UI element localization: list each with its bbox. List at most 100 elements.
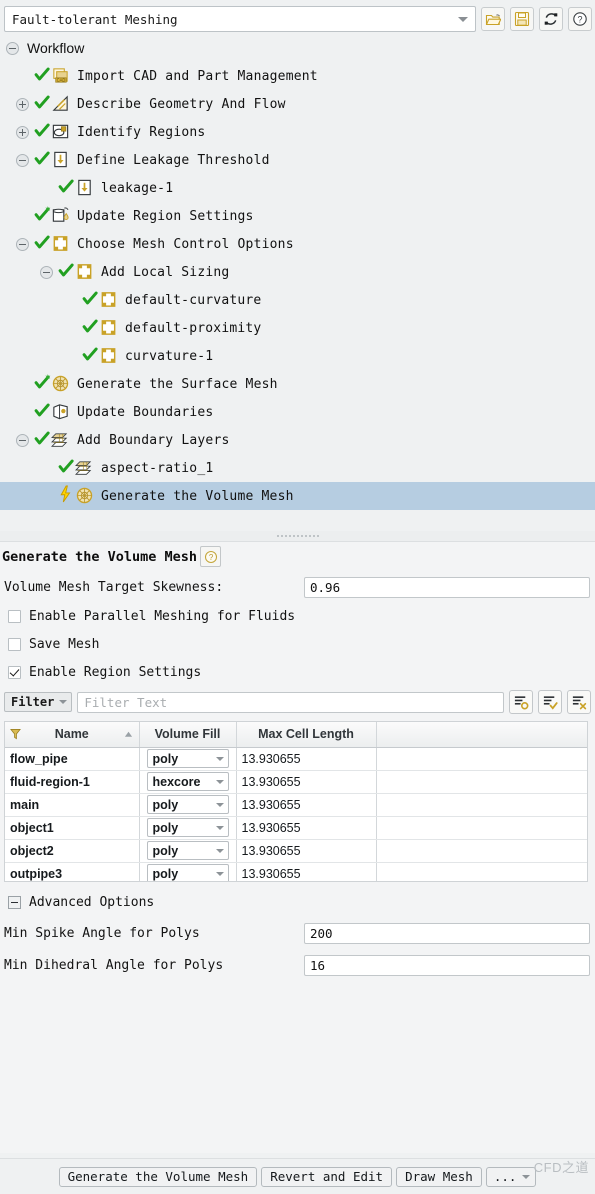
open-workflow-button[interactable] — [481, 7, 505, 31]
enable-parallel-meshing-checkbox[interactable]: Enable Parallel Meshing for Fluids — [0, 602, 595, 630]
check-all-button[interactable] — [538, 690, 562, 714]
tree-node-define-leakage-threshold[interactable]: Define Leakage Threshold — [0, 146, 595, 174]
cell-name[interactable]: object1 — [5, 816, 140, 840]
table-row[interactable]: object2 poly 13.930655 — [5, 839, 587, 863]
checkbox-box[interactable] — [8, 665, 21, 679]
cell-volume-fill[interactable]: poly — [139, 793, 237, 817]
min-spike-angle-field-row: Min Spike Angle for Polys 200 — [0, 920, 595, 946]
select-by-list-button[interactable] — [509, 690, 533, 714]
cell-max-cell-length[interactable]: 13.930655 — [236, 770, 377, 794]
expand-toggle-icon[interactable] — [16, 125, 29, 139]
tree-node-describe-geometry-and-flow[interactable]: Describe Geometry And Flow — [0, 90, 595, 118]
skewness-value: 0.96 — [310, 579, 341, 595]
save-mesh-checkbox[interactable]: Save Mesh — [0, 630, 595, 658]
tree-node-generate-the-surface-mesh[interactable]: Generate the Surface Mesh — [0, 370, 595, 398]
cell-name[interactable]: object2 — [5, 839, 140, 863]
tree-root-workflow[interactable]: Workflow — [0, 34, 595, 62]
geometry-icon — [51, 94, 71, 114]
tree-node-update-boundaries[interactable]: Update Boundaries — [0, 398, 595, 426]
generate-volume-mesh-label: Generate the Volume Mesh — [67, 1169, 249, 1184]
volume-fill-dropdown[interactable]: hexcore — [146, 772, 229, 791]
tree-node-add-local-sizing[interactable]: Add Local Sizing — [0, 258, 595, 286]
volume-fill-dropdown[interactable]: poly — [146, 818, 229, 837]
checkbox-box[interactable] — [8, 637, 21, 651]
min-spike-angle-field[interactable]: 200 — [304, 922, 590, 944]
skewness-input[interactable]: 0.96 — [304, 576, 590, 598]
uncheck-all-button[interactable] — [567, 690, 591, 714]
layers-icon — [50, 430, 71, 450]
save-workflow-button[interactable] — [510, 7, 534, 31]
cell-filler — [376, 839, 587, 863]
column-header-max-cell-length[interactable]: Max Cell Length — [236, 722, 377, 748]
tree-node-curvature-1[interactable]: curvature-1 — [0, 342, 595, 370]
column-header-name[interactable]: Name — [5, 722, 140, 748]
revert-and-edit-button[interactable]: Revert and Edit — [261, 1166, 393, 1187]
collapse-toggle-icon[interactable] — [8, 895, 21, 909]
table-row[interactable]: object1 poly 13.930655 — [5, 816, 587, 840]
volume-fill-dropdown[interactable]: poly — [146, 795, 229, 814]
cell-max-cell-length[interactable]: 13.930655 — [236, 862, 377, 881]
status-check-icon — [34, 401, 51, 423]
tree-node-update-region-settings[interactable]: Update Region Settings — [0, 202, 595, 230]
cell-filler — [376, 793, 587, 817]
checkbox-box[interactable] — [8, 609, 21, 623]
tree-node-leakage-1[interactable]: leakage-1 — [0, 174, 595, 202]
generate-volume-mesh-button[interactable]: Generate the Volume Mesh — [58, 1166, 258, 1187]
cell-max-cell-length[interactable]: 13.930655 — [236, 816, 377, 840]
volume-fill-dropdown[interactable]: poly — [146, 864, 229, 881]
table-row[interactable]: fluid-region-1 hexcore 13.930655 — [5, 770, 587, 794]
reset-workflow-button[interactable] — [539, 7, 563, 31]
cell-max-cell-length[interactable]: 13.930655 — [236, 793, 377, 817]
cell-name[interactable]: fluid-region-1 — [5, 770, 140, 794]
expand-toggle-icon[interactable] — [16, 97, 29, 111]
cell-name[interactable]: flow_pipe — [5, 747, 140, 771]
cell-volume-fill[interactable]: poly — [139, 862, 237, 881]
column-header-volume-fill[interactable]: Volume Fill — [139, 722, 237, 748]
cell-max-cell-length[interactable]: 13.930655 — [236, 747, 377, 771]
region-settings-table[interactable]: Name Volume Fill Max Cell Length flow_pi… — [4, 721, 588, 882]
collapse-toggle-icon[interactable] — [16, 153, 29, 167]
workflow-tree[interactable]: Workflow CAD Import CAD and Part Manageme… — [0, 34, 595, 531]
draw-mesh-button[interactable]: Draw Mesh — [396, 1166, 482, 1187]
help-button[interactable]: ? — [568, 7, 592, 31]
table-row[interactable]: flow_pipe poly 13.930655 — [5, 747, 587, 771]
tree-node-default-curvature[interactable]: default-curvature — [0, 286, 595, 314]
tree-node-import-cad-and-part-management[interactable]: CAD Import CAD and Part Management — [0, 62, 595, 90]
tree-node-aspect-ratio-1[interactable]: aspect-ratio_1 — [0, 454, 595, 482]
collapse-toggle-icon[interactable] — [16, 237, 29, 251]
filter-text-input[interactable]: Filter Text — [77, 691, 504, 713]
tree-node-add-boundary-layers[interactable]: Add Boundary Layers — [0, 426, 595, 454]
tree-node-identify-regions[interactable]: Identify Regions — [0, 118, 595, 146]
cell-name[interactable]: outpipe3 — [5, 862, 140, 881]
cell-volume-fill[interactable]: poly — [139, 816, 237, 840]
min-dihedral-angle-field[interactable]: 16 — [304, 954, 590, 976]
advanced-options-header[interactable]: Advanced Options — [0, 890, 595, 914]
panel-splitter[interactable] — [0, 531, 595, 541]
volume-fill-dropdown[interactable]: poly — [146, 749, 229, 768]
cell-volume-fill[interactable]: poly — [139, 747, 237, 771]
tree-node-generate-the-volume-mesh[interactable]: Generate the Volume Mesh — [0, 482, 595, 510]
collapse-toggle-icon[interactable] — [16, 433, 29, 447]
field-label: Min Spike Angle for Polys — [4, 925, 200, 941]
collapse-toggle-icon[interactable] — [40, 265, 53, 279]
cell-name[interactable]: main — [5, 793, 140, 817]
status-check-icon — [58, 261, 75, 283]
tree-node-choose-mesh-control-options[interactable]: Choose Mesh Control Options — [0, 230, 595, 258]
workflow-type-combobox[interactable]: Fault-tolerant Meshing — [4, 6, 476, 32]
collapse-toggle-icon[interactable] — [6, 41, 19, 55]
status-check-icon — [34, 233, 51, 255]
cell-volume-fill[interactable]: hexcore — [139, 770, 237, 794]
update-region-icon — [51, 206, 71, 226]
filter-dropdown-button[interactable]: Filter — [4, 692, 73, 712]
panel-help-button[interactable]: ? — [200, 546, 222, 567]
chevron-down-icon — [215, 871, 224, 876]
cell-volume-fill[interactable]: poly — [139, 839, 237, 863]
tree-root-label: Workflow — [27, 40, 85, 56]
volume-fill-dropdown[interactable]: poly — [146, 841, 229, 860]
table-row[interactable]: outpipe3 poly 13.930655 — [5, 862, 587, 881]
cell-max-cell-length[interactable]: 13.930655 — [236, 839, 377, 863]
tree-node-default-proximity[interactable]: default-proximity — [0, 314, 595, 342]
more-options-button[interactable]: ... — [485, 1166, 537, 1187]
enable-region-settings-checkbox[interactable]: Enable Region Settings — [0, 658, 595, 686]
table-row[interactable]: main poly 13.930655 — [5, 793, 587, 817]
